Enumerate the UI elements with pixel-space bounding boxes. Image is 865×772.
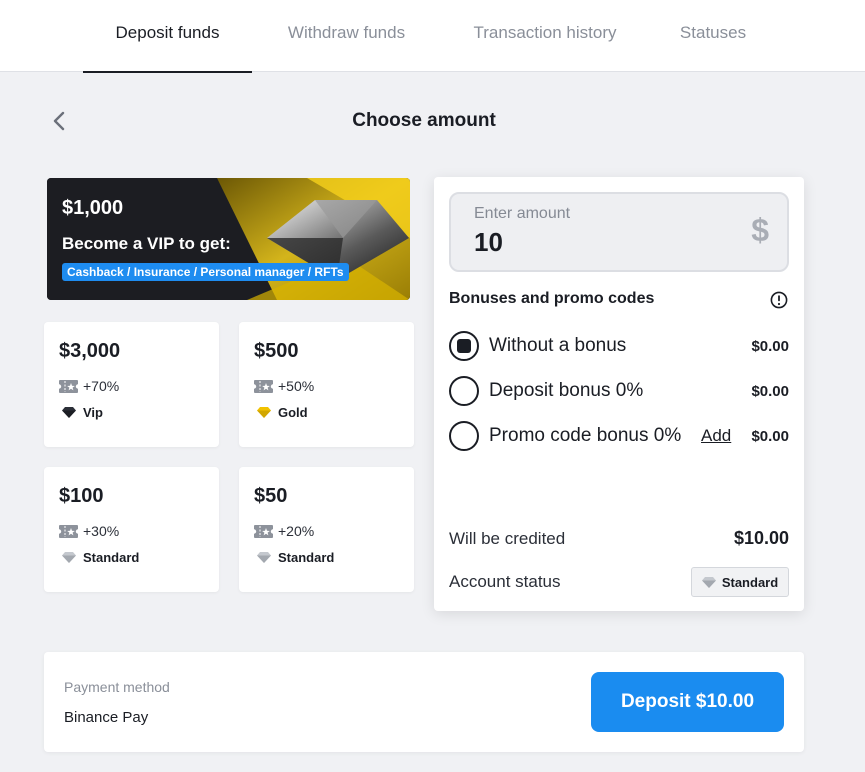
card-status-label: Gold	[278, 405, 308, 420]
tab-deposit-funds[interactable]: Deposit funds	[83, 0, 252, 73]
account-status-value: Standard	[721, 574, 779, 590]
amount-card-100[interactable]: $100 +30% Standard	[44, 467, 219, 592]
payment-method-value[interactable]: Binance Pay	[64, 709, 148, 726]
deposit-button[interactable]: Deposit $10.00	[591, 672, 784, 732]
bonus-option-value: $0.00	[751, 338, 789, 355]
page-title: Choose amount	[352, 110, 496, 131]
card-amount: $3,000	[59, 340, 121, 362]
bonus-option-value: $0.00	[751, 383, 789, 400]
diamond-icon	[701, 576, 716, 588]
card-amount: $100	[59, 485, 104, 507]
card-status-label: Vip	[83, 405, 103, 420]
add-promo-link[interactable]: Add	[701, 426, 731, 446]
credited-value: $10.00	[733, 528, 789, 548]
account-status-badge: Standard	[691, 567, 789, 597]
amount-field[interactable]: Enter amount $	[449, 192, 789, 272]
bonus-option-promo[interactable]: Promo code bonus 0% Add $0.00	[449, 420, 789, 454]
diamond-icon	[257, 407, 271, 418]
amount-field-label: Enter amount	[474, 205, 571, 222]
card-status-label: Standard	[278, 550, 335, 565]
radio-button[interactable]	[449, 376, 479, 406]
bonus-option-value: $0.00	[751, 428, 789, 445]
vip-headline: Become a VIP to get:	[62, 234, 231, 253]
card-status: Vip	[62, 405, 103, 420]
tab-statuses[interactable]: Statuses	[665, 0, 761, 72]
diamond-icon	[257, 552, 271, 563]
info-icon[interactable]	[770, 291, 788, 309]
vip-banner[interactable]: $1,000 Become a VIP to get: Cashback / I…	[47, 178, 410, 300]
card-status: Standard	[257, 550, 334, 565]
ticket-icon	[254, 379, 273, 393]
deposit-panel: Enter amount $ Bonuses and promo codes W…	[434, 177, 804, 611]
bonus-option-none[interactable]: Without a bonus $0.00	[449, 330, 789, 364]
ticket-icon	[59, 524, 78, 538]
card-bonus: +50%	[254, 378, 314, 394]
card-bonus-value: +50%	[278, 378, 315, 394]
card-bonus: +30%	[59, 523, 119, 539]
diamond-icon	[62, 407, 76, 418]
ticket-icon	[254, 524, 273, 538]
card-amount: $500	[254, 340, 299, 362]
bonuses-title: Bonuses and promo codes	[449, 290, 655, 307]
tab-withdraw-funds[interactable]: Withdraw funds	[270, 0, 423, 72]
bonus-option-label: Promo code bonus 0%	[489, 425, 682, 446]
amount-card-50[interactable]: $50 +20% Standard	[239, 467, 414, 592]
radio-button[interactable]	[449, 331, 479, 361]
bonus-option-label: Without a bonus	[489, 335, 627, 356]
payment-method-label: Payment method	[64, 679, 170, 695]
top-nav: Deposit funds Withdraw funds Transaction…	[0, 0, 865, 73]
amount-card-3000[interactable]: $3,000 +70% Vip	[44, 322, 219, 447]
bonus-option-label: Deposit bonus 0%	[489, 380, 644, 401]
card-bonus: +70%	[59, 378, 119, 394]
radio-button[interactable]	[449, 421, 479, 451]
dollar-icon: $	[751, 212, 769, 248]
card-bonus-value: +70%	[83, 378, 120, 394]
amount-card-500[interactable]: $500 +50% Gold	[239, 322, 414, 447]
card-bonus-value: +30%	[83, 523, 120, 539]
amount-input[interactable]	[474, 227, 724, 258]
payment-bar: Payment method Binance Pay Deposit $10.0…	[44, 652, 804, 752]
vip-perks-badge: Cashback / Insurance / Personal manager …	[62, 263, 349, 281]
diamond-icon	[62, 552, 76, 563]
card-bonus: +20%	[254, 523, 314, 539]
account-status-label: Account status	[449, 572, 561, 591]
ticket-icon	[59, 379, 78, 393]
card-amount: $50	[254, 485, 288, 507]
credited-label: Will be credited	[449, 529, 566, 548]
vip-amount: $1,000	[62, 197, 124, 219]
card-bonus-value: +20%	[278, 523, 315, 539]
card-status-label: Standard	[83, 550, 140, 565]
card-status: Gold	[257, 405, 308, 420]
card-status: Standard	[62, 550, 139, 565]
tab-transaction-history[interactable]: Transaction history	[455, 0, 635, 72]
bonus-option-deposit[interactable]: Deposit bonus 0% $0.00	[449, 375, 789, 409]
